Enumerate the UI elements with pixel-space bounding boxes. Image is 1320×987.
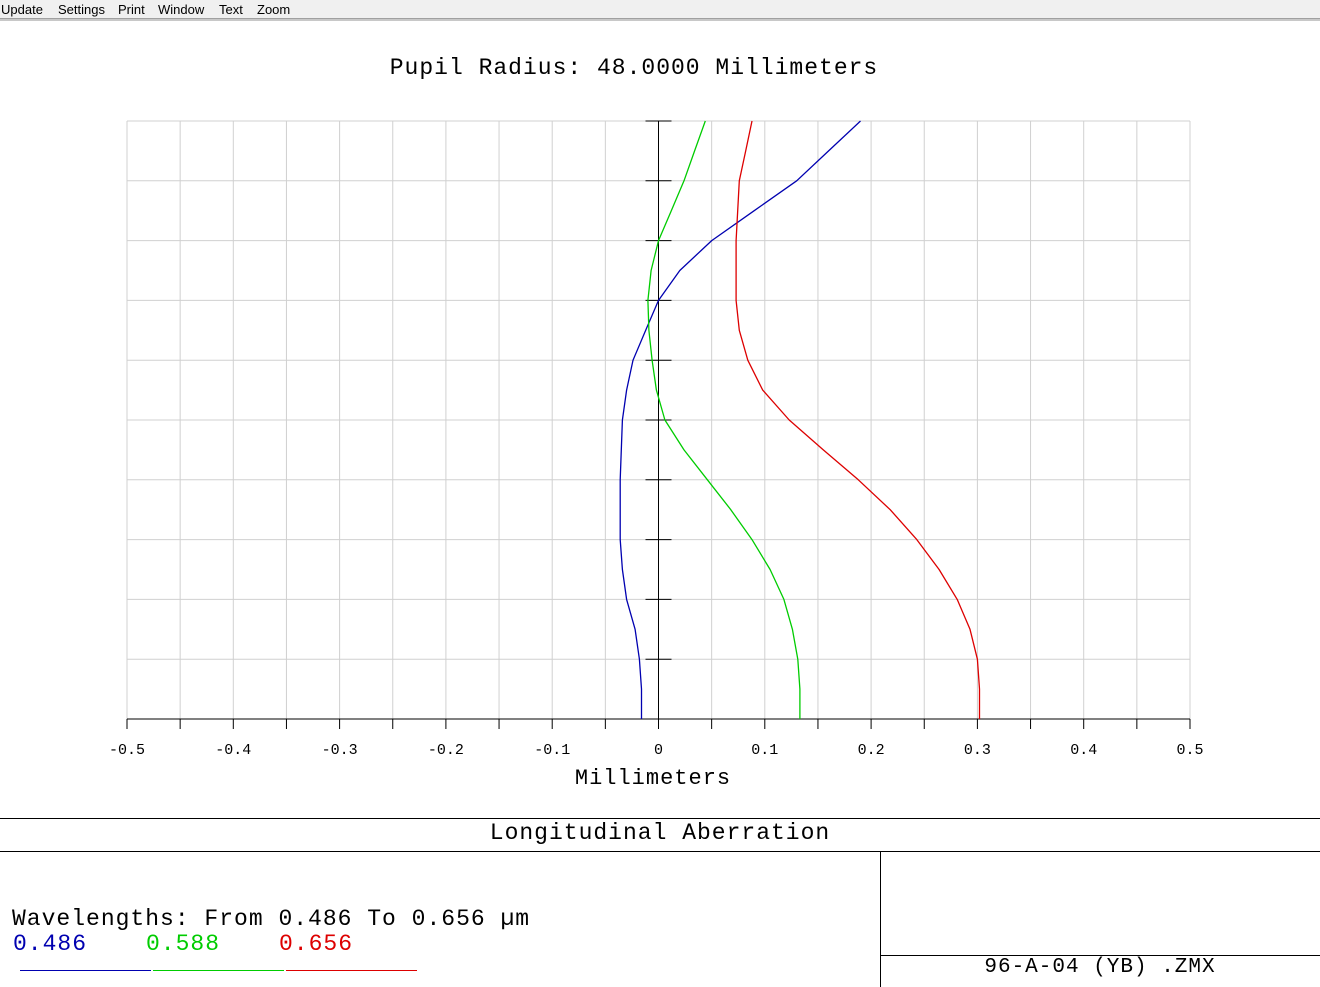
- file-name: 96-A-04 (YB) .ZMX: [984, 956, 1216, 979]
- x-tick-label: -0.4: [215, 742, 251, 759]
- x-tick-label: 0: [654, 742, 663, 759]
- x-tick-label: 0.3: [964, 742, 991, 759]
- x-axis-label: Millimeters: [575, 766, 731, 791]
- info-box-title: Longitudinal Aberration: [489, 820, 831, 846]
- x-tick-label: -0.3: [322, 742, 358, 759]
- x-tick-label: -0.2: [428, 742, 464, 759]
- legend-label-656: 0.656: [279, 931, 354, 957]
- legend-label-588: 0.588: [146, 931, 221, 957]
- x-tick-label: 0.1: [751, 742, 778, 759]
- wavelengths-text: Wavelengths: From 0.486 To 0.656 µm: [12, 906, 531, 932]
- legend-line-588: [153, 970, 284, 971]
- aberration-plot: -0.5 -0.4 -0.3 -0.2 -0.1 0 0.1 0.2 0.3 0.4 0.5 Mil…: [109, 120, 1204, 791]
- info-box-title-border: [0, 851, 1320, 852]
- x-tick-label: -0.1: [534, 742, 570, 759]
- info-box-top-border: [0, 818, 1320, 819]
- x-tick-labels: -0.5 -0.4 -0.3 -0.2 -0.1 0 0.1 0.2 0.3 0.4 0.5: [109, 742, 1204, 759]
- x-tick-label: 0.5: [1176, 742, 1203, 759]
- x-tick-label: -0.5: [109, 742, 145, 759]
- legend-line-656: [286, 970, 417, 971]
- x-tick-label: 0.2: [858, 742, 885, 759]
- legend-label-486: 0.486: [13, 931, 88, 957]
- x-tick-label: 0.4: [1070, 742, 1097, 759]
- legend-line-486: [20, 970, 151, 971]
